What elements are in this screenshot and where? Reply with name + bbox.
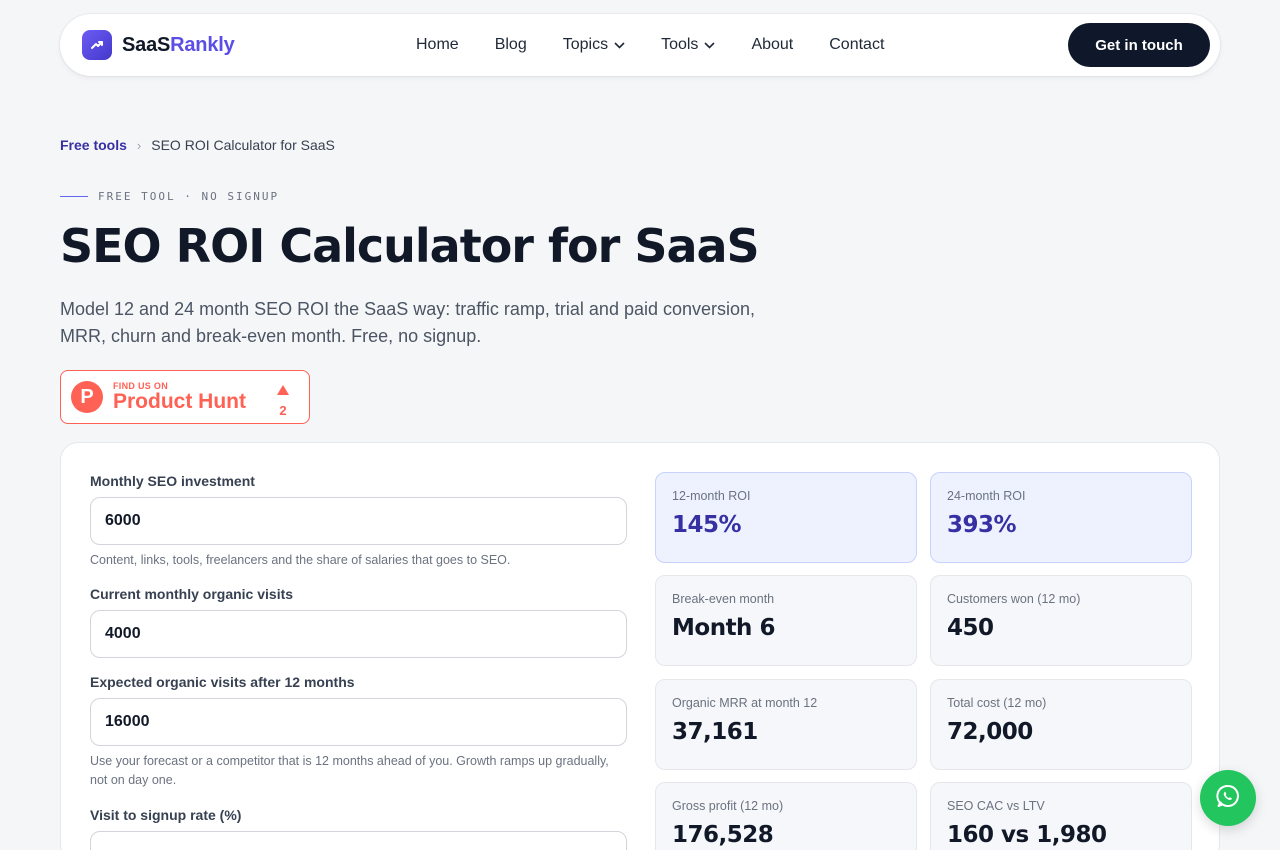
field-current-organic-visits: Current monthly organic visits bbox=[90, 586, 627, 658]
result-gross-profit: Gross profit (12 mo) 176,528 bbox=[655, 782, 917, 850]
nav-home-label: Home bbox=[416, 36, 459, 53]
page-title: SEO ROI Calculator for SaaS bbox=[60, 219, 760, 273]
eyebrow: FREE TOOL · NO SIGNUP bbox=[60, 190, 279, 203]
result-12-month-roi: 12-month ROI 145% bbox=[655, 472, 917, 563]
field-help: Use your forecast or a competitor that i… bbox=[90, 754, 609, 787]
nav-about-label: About bbox=[751, 36, 794, 53]
result-value: 393% bbox=[947, 512, 1017, 538]
current-organic-visits-input[interactable] bbox=[90, 610, 627, 658]
breadcrumb-separator: › bbox=[136, 137, 142, 153]
result-break-even-month: Break-even month Month 6 bbox=[655, 575, 917, 666]
nav-blog[interactable]: Blog bbox=[495, 36, 527, 54]
result-value: 450 bbox=[947, 615, 994, 641]
nav-contact-label: Contact bbox=[829, 36, 885, 53]
result-label: Gross profit (12 mo) bbox=[672, 799, 784, 813]
whatsapp-chat-button[interactable] bbox=[1200, 770, 1256, 826]
chevron-down-icon bbox=[704, 41, 716, 49]
field-label: Expected organic visits after 12 months bbox=[90, 674, 355, 690]
result-customers-won: Customers won (12 mo) 450 bbox=[930, 575, 1192, 666]
product-hunt-votes: 2 bbox=[277, 382, 289, 418]
upvote-triangle-icon bbox=[277, 382, 289, 400]
result-organic-mrr: Organic MRR at month 12 37,161 bbox=[655, 679, 917, 770]
result-label: Customers won (12 mo) bbox=[947, 592, 1081, 606]
eyebrow-line bbox=[60, 196, 88, 197]
visit-to-signup-rate-input[interactable] bbox=[90, 831, 627, 850]
logo-part-saas: SaaS bbox=[122, 33, 171, 56]
logo-part-rankly: Rankly bbox=[170, 33, 235, 56]
product-hunt-logo-icon: P bbox=[71, 381, 103, 413]
logo-wordmark: SaaSRankly bbox=[122, 34, 235, 57]
result-value: 145% bbox=[672, 512, 742, 538]
product-hunt-badge[interactable]: P FIND US ON Product Hunt 2 bbox=[60, 370, 310, 424]
result-label: Break-even month bbox=[672, 592, 775, 606]
site-logo[interactable]: SaaSRankly bbox=[82, 30, 235, 60]
result-label: 12-month ROI bbox=[672, 489, 751, 503]
product-hunt-vote-count: 2 bbox=[279, 403, 287, 418]
whatsapp-icon bbox=[1215, 783, 1241, 814]
breadcrumb-free-tools-link[interactable]: Free tools bbox=[60, 137, 127, 153]
nav-tools-dropdown[interactable]: Tools bbox=[661, 36, 716, 54]
nav-home[interactable]: Home bbox=[416, 36, 459, 54]
top-navbar: SaaSRankly Home Blog Topics Tools About … bbox=[60, 14, 1220, 76]
result-label: SEO CAC vs LTV bbox=[947, 799, 1045, 813]
monthly-seo-investment-input[interactable] bbox=[90, 497, 627, 545]
nav-about[interactable]: About bbox=[751, 36, 793, 54]
nav-topics-dropdown[interactable]: Topics bbox=[563, 36, 625, 54]
result-value: 160 vs 1,980 bbox=[947, 822, 1107, 848]
get-in-touch-button[interactable]: Get in touch bbox=[1068, 23, 1210, 67]
result-value: 72,000 bbox=[947, 719, 1033, 745]
breadcrumb: Free tools › SEO ROI Calculator for SaaS bbox=[60, 137, 335, 153]
nav-topics-label: Topics bbox=[562, 36, 609, 53]
field-label: Monthly SEO investment bbox=[90, 473, 255, 489]
trend-up-icon bbox=[82, 30, 112, 60]
result-value: 37,161 bbox=[672, 719, 758, 745]
field-label: Visit to signup rate (%) bbox=[90, 807, 242, 823]
main-menu: Home Blog Topics Tools About Contact bbox=[416, 14, 884, 76]
breadcrumb-current: SEO ROI Calculator for SaaS bbox=[151, 137, 335, 153]
field-label: Current monthly organic visits bbox=[90, 586, 294, 602]
result-24-month-roi: 24-month ROI 393% bbox=[930, 472, 1192, 563]
chevron-down-icon bbox=[614, 41, 625, 49]
product-hunt-text: FIND US ON Product Hunt bbox=[113, 381, 246, 413]
result-label: Organic MRR at month 12 bbox=[672, 696, 818, 710]
field-expected-organic-visits: Expected organic visits after 12 months … bbox=[90, 674, 627, 790]
calculator-card: Monthly SEO investment Content, links, t… bbox=[60, 442, 1220, 850]
expected-organic-visits-input[interactable] bbox=[90, 698, 627, 746]
result-value: 176,528 bbox=[672, 822, 774, 848]
nav-blog-label: Blog bbox=[494, 36, 527, 53]
field-help: Content, links, tools, freelancers and t… bbox=[90, 553, 511, 567]
result-label: Total cost (12 mo) bbox=[947, 696, 1047, 710]
page-lead: Model 12 and 24 month SEO ROI the SaaS w… bbox=[60, 299, 756, 346]
field-monthly-seo-investment: Monthly SEO investment Content, links, t… bbox=[90, 473, 627, 570]
field-visit-to-signup-rate: Visit to signup rate (%) bbox=[90, 807, 627, 850]
result-seo-cac-vs-ltv: SEO CAC vs LTV 160 vs 1,980 bbox=[930, 782, 1192, 850]
result-total-cost: Total cost (12 mo) 72,000 bbox=[930, 679, 1192, 770]
product-hunt-name: Product Hunt bbox=[113, 390, 246, 413]
result-value: Month 6 bbox=[672, 615, 775, 641]
nav-tools-label: Tools bbox=[661, 36, 699, 53]
result-label: 24-month ROI bbox=[947, 489, 1026, 503]
nav-contact[interactable]: Contact bbox=[829, 36, 884, 54]
eyebrow-text: FREE TOOL · NO SIGNUP bbox=[98, 190, 280, 203]
